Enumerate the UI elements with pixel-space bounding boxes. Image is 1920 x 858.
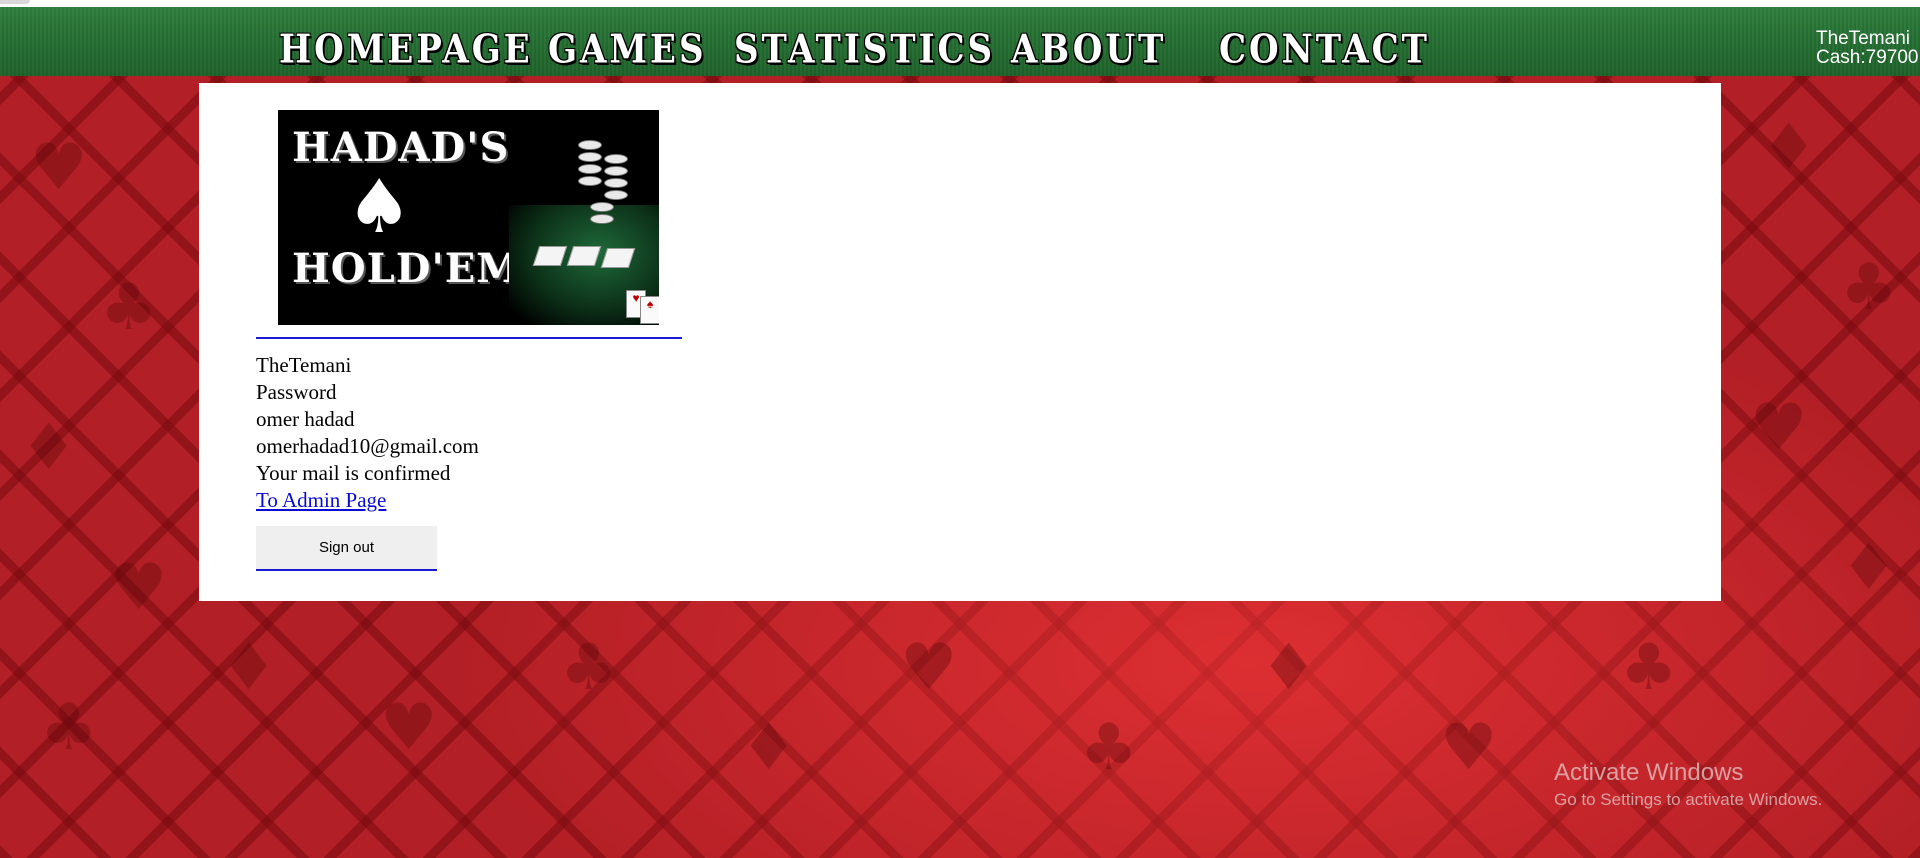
- chip-icon: [604, 178, 628, 188]
- chip-icon: [578, 176, 602, 186]
- heart-suit-icon: ♥: [1750, 391, 1808, 465]
- mail-confirmed-status: Your mail is confirmed: [256, 461, 451, 485]
- profile-username: TheTemani: [256, 353, 352, 377]
- browser-top-strip: [0, 0, 1920, 7]
- profile-divider: [256, 337, 682, 339]
- diamond-suit-icon: ♦: [20, 411, 78, 485]
- top-navbar: HOMEPAGE GAMES STATISTICS ABOUT CONTACT …: [0, 7, 1920, 76]
- diamond-suit-icon: ♦: [1760, 111, 1818, 185]
- profile-panel: HADAD'S ♠ HOLD'EM ♥ ♠ TheTemani Password…: [199, 83, 1721, 601]
- nav-about[interactable]: ABOUT: [1011, 27, 1166, 73]
- nav-contact[interactable]: CONTACT: [1219, 27, 1430, 73]
- user-status-username: TheTemani: [1816, 29, 1910, 49]
- chip-icon: [578, 164, 602, 174]
- club-suit-icon: ♣: [560, 631, 618, 705]
- profile-full-name: omer hadad: [256, 407, 355, 431]
- club-suit-icon: ♣: [40, 691, 98, 765]
- chip-icon: [604, 166, 628, 176]
- chip-icon: [578, 140, 602, 150]
- user-status-box: TheTemani Cash:79700: [1816, 29, 1920, 67]
- logo-line-2: HOLD'EM: [292, 245, 522, 292]
- chip-icon: [590, 202, 614, 212]
- club-suit-icon: ♣: [1620, 631, 1678, 705]
- profile-email: omerhadad10@gmail.com: [256, 434, 479, 458]
- watermark-title: Activate Windows: [1554, 759, 1744, 786]
- site-logo: HADAD'S ♠ HOLD'EM ♥ ♠: [278, 110, 659, 325]
- chip-icon: [604, 154, 628, 164]
- heart-suit-icon: ♥: [900, 631, 958, 705]
- club-suit-icon: ♣: [100, 271, 158, 345]
- diamond-suit-icon: ♦: [220, 631, 278, 705]
- windows-activation-watermark: Activate Windows Go to Settings to activ…: [1554, 758, 1822, 812]
- diamond-suit-icon: ♦: [1840, 531, 1898, 605]
- tab-edge: [0, 0, 30, 4]
- club-suit-icon: ♣: [1840, 251, 1898, 325]
- chip-icon: [604, 190, 628, 200]
- nav-homepage[interactable]: HOMEPAGE: [279, 27, 533, 73]
- profile-password: Password: [256, 380, 337, 404]
- heart-suit-icon: ♥: [30, 131, 88, 205]
- nav-games[interactable]: GAMES: [548, 27, 707, 73]
- heart-suit-icon: ♥: [1440, 711, 1498, 785]
- chip-icon: [590, 214, 614, 224]
- heart-suit-icon: ♥: [110, 551, 168, 625]
- diamond-suit-icon: ♦: [1260, 631, 1318, 705]
- chip-icon: [578, 152, 602, 162]
- diamond-suit-icon: ♦: [740, 711, 798, 785]
- heart-suit-icon: ♥: [380, 691, 438, 765]
- user-status-cash: Cash:79700: [1816, 47, 1919, 67]
- sign-out-button[interactable]: Sign out: [256, 526, 437, 571]
- club-suit-icon: ♣: [1080, 711, 1138, 785]
- spade-icon: ♠: [346, 164, 413, 250]
- nav-statistics[interactable]: STATISTICS: [734, 27, 995, 73]
- watermark-subtitle: Go to Settings to activate Windows.: [1554, 790, 1823, 809]
- ace-card-icon: ♠: [640, 296, 659, 324]
- admin-page-link[interactable]: To Admin Page: [256, 488, 386, 512]
- admin-page-link-row: To Admin Page: [256, 488, 386, 513]
